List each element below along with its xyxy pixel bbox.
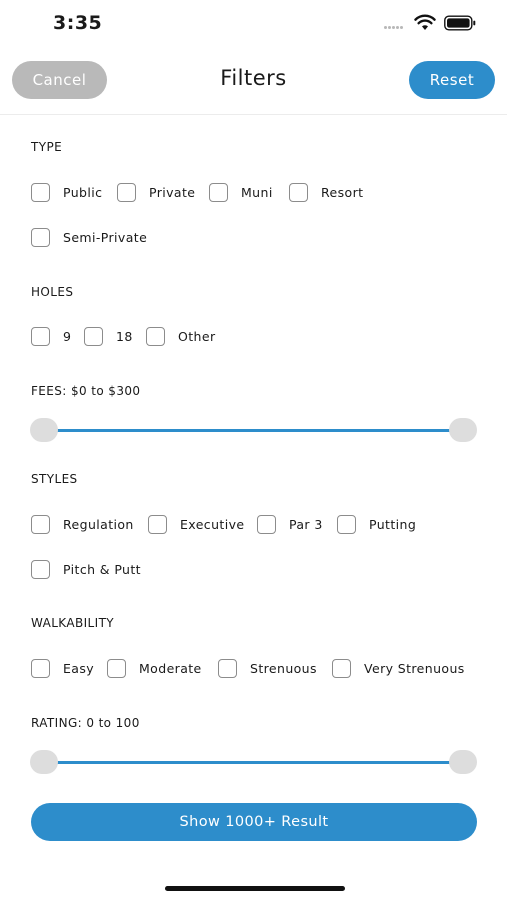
reset-button[interactable]: Reset: [409, 61, 495, 99]
type-public-checkbox[interactable]: Public: [31, 181, 102, 203]
type-heading: TYPE: [31, 140, 63, 154]
rating-heading: RATING: 0 to 100: [31, 716, 140, 730]
show-results-button[interactable]: Show 1000+ Result: [31, 803, 477, 841]
type-private-checkbox[interactable]: Private: [117, 181, 195, 203]
styles-putting-checkbox[interactable]: Putting: [337, 513, 416, 535]
checkbox-box[interactable]: [148, 514, 167, 534]
checkbox-box[interactable]: [209, 182, 228, 202]
signal-dots-icon: [384, 26, 408, 29]
checkbox-box[interactable]: [332, 658, 351, 678]
styles-heading: STYLES: [31, 472, 78, 486]
fees-slider-track[interactable]: [44, 429, 462, 432]
battery-icon: [444, 15, 476, 31]
checkbox-label: Moderate: [139, 660, 202, 676]
type-resort-checkbox[interactable]: Resort: [289, 181, 363, 203]
checkbox-box[interactable]: [257, 514, 276, 534]
checkbox-label: Easy: [63, 660, 95, 676]
checkbox-label: Very Strenuous: [364, 660, 465, 676]
checkbox-label: Putting: [369, 516, 417, 532]
status-time: 3:35: [53, 12, 103, 34]
fees-slider-min-thumb[interactable]: [30, 418, 58, 442]
walkability-strenuous-checkbox[interactable]: Strenuous: [218, 657, 317, 679]
checkbox-label: 9: [63, 328, 72, 344]
checkbox-label: Semi-Private: [63, 229, 148, 245]
checkbox-box[interactable]: [146, 326, 165, 346]
checkbox-box[interactable]: [84, 326, 103, 346]
header-divider: [0, 114, 507, 115]
checkbox-box[interactable]: [31, 326, 50, 346]
checkbox-label: Par 3: [289, 516, 323, 532]
checkbox-box[interactable]: [218, 658, 237, 678]
wifi-icon: [414, 14, 436, 30]
checkbox-label: Strenuous: [250, 660, 317, 676]
checkbox-box[interactable]: [337, 514, 356, 534]
styles-regulation-checkbox[interactable]: Regulation: [31, 513, 134, 535]
checkbox-label: Regulation: [63, 516, 134, 532]
checkbox-box[interactable]: [31, 182, 50, 202]
checkbox-label: Other: [178, 328, 216, 344]
checkbox-label: Pitch & Putt: [63, 561, 141, 577]
walkability-heading: WALKABILITY: [31, 616, 115, 630]
rating-slider-max-thumb[interactable]: [449, 750, 477, 774]
checkbox-label: Public: [63, 184, 103, 200]
styles-par3-checkbox[interactable]: Par 3: [257, 513, 323, 535]
checkbox-label: Resort: [321, 184, 364, 200]
checkbox-box[interactable]: [117, 182, 136, 202]
checkbox-box[interactable]: [107, 658, 126, 678]
holes-other-checkbox[interactable]: Other: [146, 325, 216, 347]
walkability-easy-checkbox[interactable]: Easy: [31, 657, 94, 679]
holes-heading: HOLES: [31, 285, 74, 299]
rating-slider-min-thumb[interactable]: [30, 750, 58, 774]
checkbox-box[interactable]: [31, 559, 50, 579]
fees-heading: FEES: $0 to $300: [31, 384, 141, 398]
checkbox-box[interactable]: [31, 658, 50, 678]
holes-18-checkbox[interactable]: 18: [84, 325, 133, 347]
holes-9-checkbox[interactable]: 9: [31, 325, 71, 347]
fees-slider-max-thumb[interactable]: [449, 418, 477, 442]
checkbox-box[interactable]: [31, 227, 50, 247]
checkbox-label: Private: [149, 184, 196, 200]
styles-executive-checkbox[interactable]: Executive: [148, 513, 244, 535]
checkbox-box[interactable]: [31, 514, 50, 534]
rating-slider-track[interactable]: [44, 761, 462, 764]
walkability-moderate-checkbox[interactable]: Moderate: [107, 657, 202, 679]
type-muni-checkbox[interactable]: Muni: [209, 181, 273, 203]
type-semi-private-checkbox[interactable]: Semi-Private: [31, 226, 147, 248]
styles-pitch-putt-checkbox[interactable]: Pitch & Putt: [31, 558, 141, 580]
checkbox-label: Muni: [241, 184, 273, 200]
home-indicator: [165, 886, 345, 891]
checkbox-box[interactable]: [289, 182, 308, 202]
checkbox-label: 18: [116, 328, 133, 344]
checkbox-label: Executive: [180, 516, 245, 532]
walkability-very-strenuous-checkbox[interactable]: Very Strenuous: [332, 657, 465, 679]
